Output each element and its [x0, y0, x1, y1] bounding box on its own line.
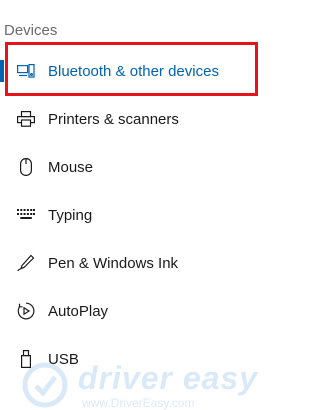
nav-item-autoplay[interactable]: AutoPlay [0, 287, 324, 335]
nav-item-mouse[interactable]: Mouse [0, 143, 324, 191]
nav-item-pen[interactable]: Pen & Windows Ink [0, 239, 324, 287]
devices-nav: Bluetooth & other devices Printers & sca… [0, 47, 324, 383]
nav-item-printers[interactable]: Printers & scanners [0, 95, 324, 143]
nav-item-typing[interactable]: Typing [0, 191, 324, 239]
autoplay-icon [16, 301, 36, 321]
bluetooth-devices-icon [16, 61, 36, 81]
pen-icon [16, 253, 36, 273]
nav-item-label: Pen & Windows Ink [48, 254, 179, 272]
nav-item-bluetooth[interactable]: Bluetooth & other devices [0, 47, 324, 95]
usb-icon [16, 349, 36, 369]
section-title: Devices [4, 22, 58, 39]
nav-item-label: Bluetooth & other devices [48, 62, 219, 80]
keyboard-icon [16, 205, 36, 225]
nav-item-label: AutoPlay [48, 302, 109, 320]
printer-icon [16, 109, 36, 129]
nav-item-usb[interactable]: USB [0, 335, 324, 383]
mouse-icon [16, 157, 36, 177]
selected-indicator [0, 60, 4, 82]
nav-item-label: Mouse [48, 158, 94, 176]
nav-item-label: Typing [48, 206, 93, 224]
nav-item-label: USB [48, 350, 79, 368]
watermark-url: www.DriverEasy.com [82, 396, 195, 410]
nav-item-label: Printers & scanners [48, 110, 179, 128]
